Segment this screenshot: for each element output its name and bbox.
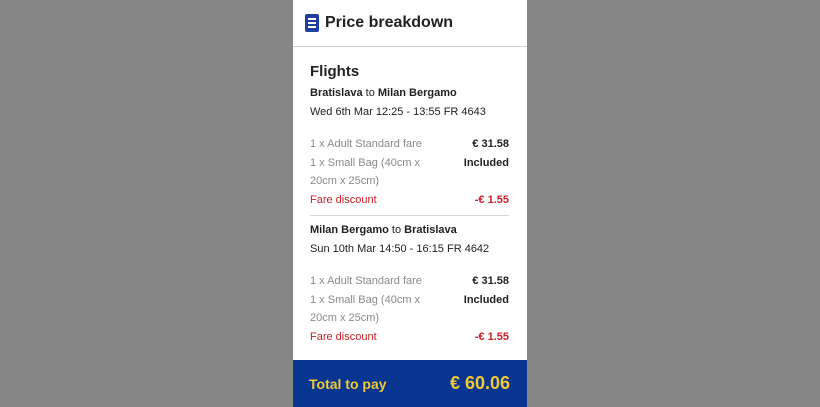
flight-route: Bratislava to Milan Bergamo <box>310 86 509 101</box>
route-connector: to <box>388 224 405 236</box>
fare-discount: Fare discount -€ 1.55 <box>310 328 509 347</box>
fare-item-label: 1 x Small Bag (40cm x 20cm x 25cm) <box>310 293 421 325</box>
fare-item: 1 x Small Bag (40cm x 20cm x 25cm) Inclu… <box>310 291 509 328</box>
fare-item-value: € 31.58 <box>472 275 509 287</box>
flight-schedule: Wed 6th Mar 12:25 - 13:55 FR 4643 <box>310 106 486 118</box>
fare-item: 1 x Adult Standard fare € 31.58 <box>310 272 509 291</box>
fare-items: 1 x Adult Standard fare € 31.58 1 x Smal… <box>310 272 509 346</box>
flight-schedule: Sun 10th Mar 14:50 - 16:15 FR 4642 <box>310 243 490 255</box>
fare-discount-label: Fare discount <box>310 193 377 206</box>
fare-item-label: 1 x Small Bag (40cm x 20cm x 25cm) <box>310 156 421 188</box>
total-value: € 60.06 <box>449 373 510 393</box>
section-title: Flights <box>310 63 360 80</box>
breakdown-content: Flights Bratislava to Milan Bergamo Wed … <box>293 47 527 346</box>
route-destination: Bratislava <box>404 224 457 236</box>
flight-route: Milan Bergamo to Bratislava <box>310 223 509 238</box>
route-origin: Bratislava <box>310 87 363 99</box>
fare-item: 1 x Small Bag (40cm x 20cm x 25cm) Inclu… <box>310 154 509 191</box>
fare-discount-label: Fare discount <box>310 330 377 343</box>
fare-item-value: Included <box>463 293 509 306</box>
fare-item-label: 1 x Adult Standard fare <box>310 275 422 287</box>
document-icon <box>305 14 319 32</box>
price-breakdown-panel: Price breakdown Flights Bratislava to Mi… <box>293 0 527 407</box>
fare-item-value: Included <box>463 156 509 169</box>
route-origin: Milan Bergamo <box>310 224 389 236</box>
fare-item: 1 x Adult Standard fare € 31.58 <box>310 135 509 154</box>
fare-item-label: 1 x Adult Standard fare <box>310 138 422 150</box>
fare-item-value: € 31.58 <box>472 138 509 150</box>
fare-discount-value: -€ 1.55 <box>474 330 509 343</box>
route-connector: to <box>362 87 378 99</box>
panel-header: Price breakdown <box>293 0 527 47</box>
panel-title: Price breakdown <box>325 14 454 31</box>
total-bar: Total to pay € 60.06 <box>293 360 527 407</box>
route-destination: Milan Bergamo <box>377 87 457 99</box>
flight-outbound: Bratislava to Milan Bergamo Wed 6th Mar … <box>310 86 509 209</box>
divider <box>310 215 509 216</box>
fare-discount-value: -€ 1.55 <box>474 193 509 206</box>
fare-discount: Fare discount -€ 1.55 <box>310 191 509 210</box>
fare-items: 1 x Adult Standard fare € 31.58 1 x Smal… <box>310 135 509 209</box>
flight-return: Milan Bergamo to Bratislava Sun 10th Mar… <box>310 223 509 346</box>
total-label: Total to pay <box>309 375 387 392</box>
